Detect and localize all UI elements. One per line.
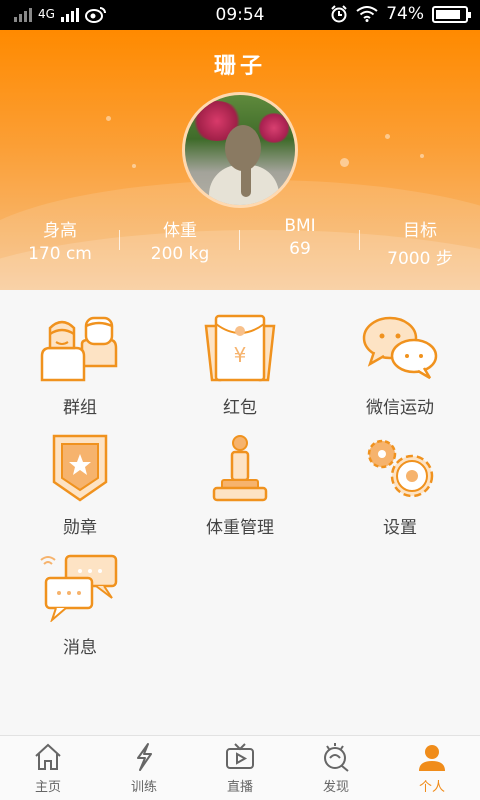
tab-live[interactable]: 直播 [192, 736, 288, 800]
stats-row: 身高 170 cm 体重 200 kg BMI 69 目标 7000 步 [0, 216, 480, 269]
message-icon [40, 554, 118, 622]
grid-item-red-packet[interactable]: ¥ 红包 [160, 290, 320, 418]
home-icon [35, 743, 61, 770]
decor-dot [420, 154, 424, 158]
grid-item-label: 设置 [383, 518, 417, 538]
stat-height[interactable]: 身高 170 cm [0, 216, 120, 269]
group-icon [40, 316, 118, 382]
red-packet-icon: ¥ [204, 314, 276, 382]
avatar[interactable] [182, 92, 298, 208]
battery-icon [432, 5, 471, 23]
tab-label: 个人 [418, 780, 445, 795]
grid-item-message[interactable]: 消息 [0, 530, 160, 658]
stat-value: 69 [289, 239, 311, 259]
profile-header: 珊子 身高 170 cm 体重 200 kg BMI 69 目标 7000 步 [0, 30, 480, 290]
person-icon [419, 745, 445, 771]
stat-label: 目标 [403, 221, 437, 241]
discover-icon [324, 743, 349, 772]
medal-icon [52, 434, 108, 502]
tab-label: 发现 [322, 780, 349, 795]
tab-label: 直播 [226, 780, 253, 795]
tab-label: 主页 [34, 780, 61, 795]
weight-scale-icon [212, 435, 268, 502]
grid-item-settings[interactable]: 设置 [320, 410, 480, 538]
svg-text:¥: ¥ [234, 343, 247, 367]
tab-personal[interactable]: 个人 [384, 736, 480, 800]
wifi-icon [356, 6, 378, 22]
grid-item-weight-management[interactable]: 体重管理 [160, 410, 320, 538]
grid-item-wechat-sport[interactable]: 微信运动 [320, 290, 480, 418]
avatar-photo-part [257, 113, 291, 143]
tab-label: 训练 [130, 780, 157, 795]
decor-dot [340, 158, 349, 167]
stat-bmi[interactable]: BMI 69 [240, 216, 360, 269]
stat-value: 200 kg [150, 244, 210, 264]
tab-training[interactable]: 训练 [96, 736, 192, 800]
stat-label: BMI [284, 216, 316, 236]
grid-item-label: 消息 [63, 638, 97, 658]
stat-label: 体重 [163, 221, 197, 241]
lightning-icon [137, 743, 152, 771]
avatar-photo-part [241, 157, 251, 197]
stat-weight[interactable]: 体重 200 kg [120, 216, 240, 269]
user-name: 珊子 [213, 54, 266, 79]
grid-item-label: 体重管理 [206, 518, 274, 538]
decor-dot [385, 134, 390, 139]
feature-grid: 群组 ¥ 红包 微信运动 勋章 体重管理 设置 消息 [0, 290, 480, 735]
battery-percent: 74% [386, 4, 424, 24]
grid-item-medal[interactable]: 勋章 [0, 410, 160, 538]
status-right: 74% [330, 4, 471, 24]
stat-value: 170 cm [28, 244, 92, 264]
stat-goal[interactable]: 目标 7000 步 [360, 216, 480, 269]
grid-item-group[interactable]: 群组 [0, 290, 160, 418]
tab-discover[interactable]: 发现 [288, 736, 384, 800]
stat-value: 7000 步 [387, 249, 453, 269]
decor-dot [132, 164, 136, 168]
wechat-sport-icon [362, 316, 438, 380]
alarm-icon [331, 5, 347, 23]
tab-home[interactable]: 主页 [0, 736, 96, 800]
tv-play-icon [226, 743, 254, 769]
decor-dot [106, 116, 111, 121]
status-bar: 4G 09:54 74% [0, 0, 480, 30]
settings-gears-icon [367, 439, 434, 498]
stat-label: 身高 [43, 221, 77, 241]
bottom-tab-bar: 主页 训练 直播 发现 个人 [0, 735, 480, 800]
